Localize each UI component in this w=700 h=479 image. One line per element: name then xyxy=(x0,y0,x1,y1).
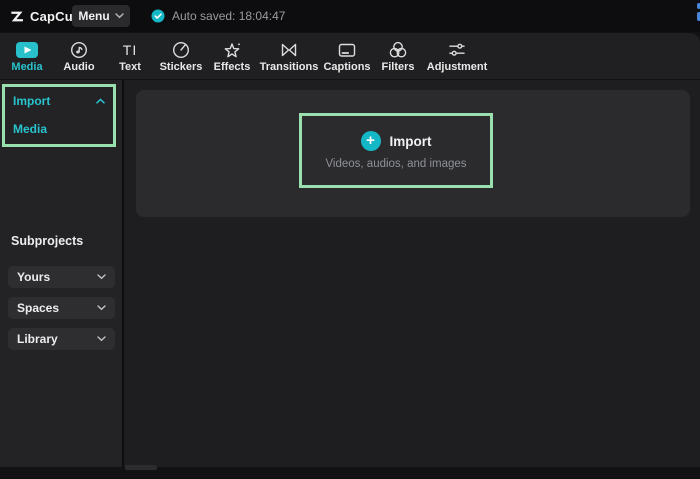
effects-star-icon xyxy=(222,40,242,60)
tab-captions-label: Captions xyxy=(323,60,371,73)
tab-stickers[interactable]: Stickers xyxy=(156,33,206,79)
library-label: Library xyxy=(17,332,58,346)
spaces-label: Spaces xyxy=(17,301,60,315)
chevron-down-icon xyxy=(97,336,106,342)
sidebar-item-subprojects[interactable]: Subprojects xyxy=(11,234,83,248)
capcut-logo-text: CapCut xyxy=(30,8,78,24)
annotation-box-sidebar: Import Media xyxy=(2,84,116,147)
adjustment-icon xyxy=(447,40,467,60)
tab-text-label: Text xyxy=(119,60,141,73)
tab-captions[interactable]: Captions xyxy=(320,33,374,79)
plus-icon: + xyxy=(360,131,381,151)
sidebar-item-import[interactable]: Import xyxy=(5,87,113,115)
chevron-down-icon xyxy=(97,274,106,280)
sidebar-dropdown-yours[interactable]: Yours xyxy=(8,266,115,288)
tab-transitions[interactable]: Transitions xyxy=(258,33,320,79)
sidebar-dropdown-spaces[interactable]: Spaces xyxy=(8,297,115,319)
filters-icon xyxy=(388,40,408,60)
top-bar: CapCut Menu Auto saved: 18:04:47 xyxy=(0,0,700,32)
tab-stickers-label: Stickers xyxy=(159,60,203,73)
chevron-up-icon xyxy=(96,98,105,104)
media-toolbar: Media Audio TI Text Stickers Effects Tra… xyxy=(0,33,700,79)
autosave-text: Auto saved: 18:04:47 xyxy=(172,9,286,23)
menu-button-label: Menu xyxy=(78,9,110,23)
sidebar-item-media[interactable]: Media xyxy=(5,115,113,143)
chevron-down-icon xyxy=(114,13,124,19)
tab-transitions-label: Transitions xyxy=(259,60,319,73)
autosave-check-icon xyxy=(151,9,165,23)
horizontal-scrollbar-thumb[interactable] xyxy=(125,465,157,470)
capcut-logo-icon xyxy=(10,9,25,24)
import-button[interactable]: + Import xyxy=(360,131,432,151)
tab-effects[interactable]: Effects xyxy=(206,33,258,79)
autosave-status: Auto saved: 18:04:47 xyxy=(151,0,285,32)
import-subtitle: Videos, audios, and images xyxy=(325,158,467,170)
captions-icon xyxy=(337,40,357,60)
tab-text[interactable]: TI Text xyxy=(104,33,156,79)
import-item-label: Import xyxy=(13,94,51,108)
transitions-icon xyxy=(279,40,299,60)
tab-adjustment[interactable]: Adjustment xyxy=(422,33,492,79)
tab-filters[interactable]: Filters xyxy=(374,33,422,79)
tab-audio[interactable]: Audio xyxy=(54,33,104,79)
sticker-icon xyxy=(171,40,191,60)
sidebar-dropdown-library[interactable]: Library xyxy=(8,328,115,350)
tab-audio-label: Audio xyxy=(63,60,95,73)
text-ti-icon: TI xyxy=(122,41,138,58)
media-item-label: Media xyxy=(13,122,48,136)
tab-media[interactable]: Media xyxy=(0,33,54,79)
annotation-box-import: + Import Videos, audios, and images xyxy=(299,113,493,188)
capcut-logo: CapCut xyxy=(10,0,77,32)
tab-media-label: Media xyxy=(11,60,43,73)
chevron-down-icon xyxy=(97,305,106,311)
tab-filters-label: Filters xyxy=(381,60,415,73)
tab-effects-label: Effects xyxy=(213,60,251,73)
yours-label: Yours xyxy=(17,270,51,284)
tab-adjustment-label: Adjustment xyxy=(426,60,488,73)
menu-button[interactable]: Menu xyxy=(72,5,130,27)
audio-disc-icon xyxy=(69,40,89,60)
import-button-label: Import xyxy=(389,133,432,149)
media-play-icon xyxy=(16,40,38,60)
